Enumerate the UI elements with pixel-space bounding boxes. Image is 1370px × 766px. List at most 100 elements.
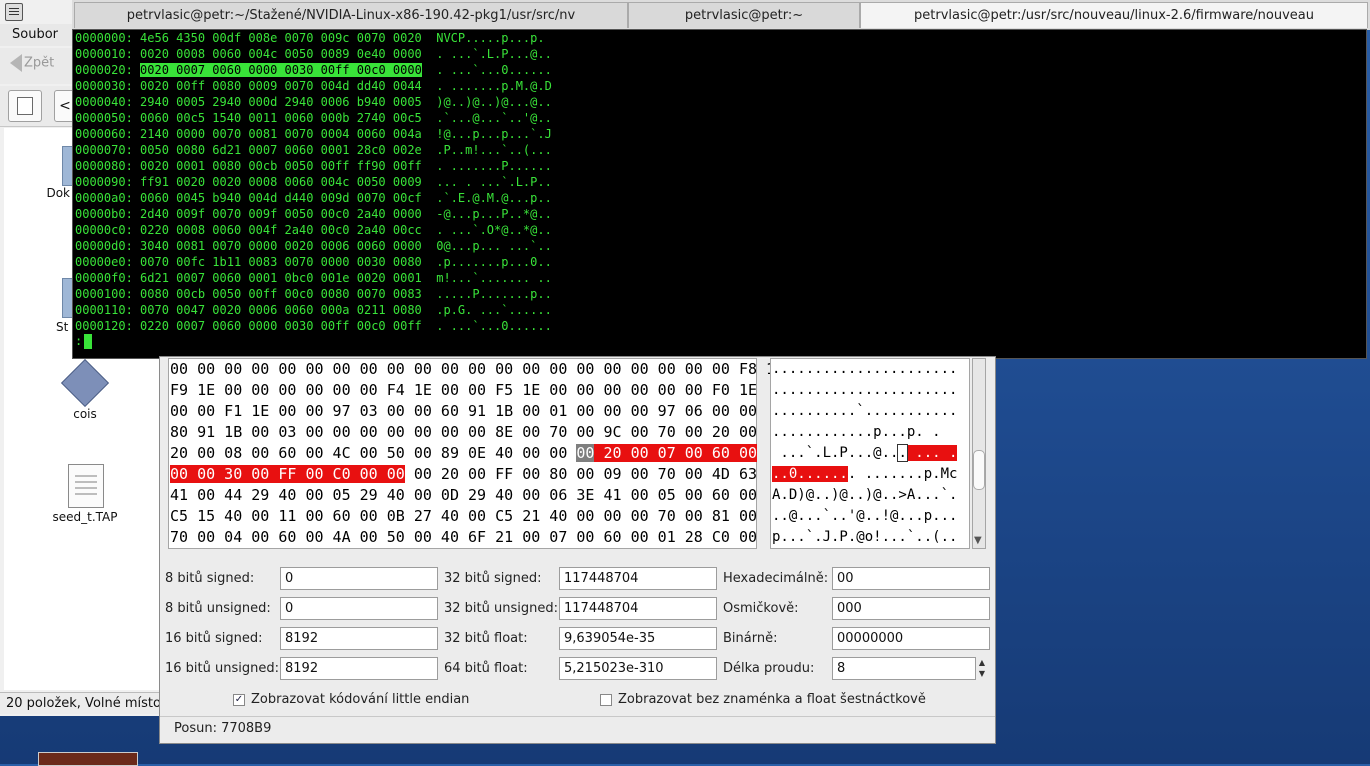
dump-line: 00000d0: 3040 0081 0070 0000 0020 0006 0… <box>75 239 552 253</box>
label-octal: Osmičkově: <box>723 601 799 616</box>
dump-line: 0000020: 0020 0007 0060 0000 0030 00ff 0… <box>75 62 552 78</box>
dump-line: 00000e0: 0070 00fc 1b11 0083 0070 0000 0… <box>75 255 552 269</box>
text-row: ..........`........... <box>772 403 958 419</box>
label-stream-length: Délka proudu: <box>723 661 815 676</box>
scroll-down-icon[interactable]: ▼ <box>974 535 982 546</box>
hex-selection: 00 00 30 00 FF 00 C0 00 00 <box>170 465 405 483</box>
field-hex[interactable]: 00 <box>832 567 990 590</box>
text-selection: ..0...... <box>772 466 848 482</box>
label-8bit-unsigned: 8 bitů unsigned: <box>165 601 271 616</box>
field-8bit-unsigned[interactable]: 0 <box>280 597 438 620</box>
text-row: ............p...p. . <box>772 424 941 440</box>
terminal-tab-2[interactable]: petrvlasic@petr:~ <box>628 2 860 28</box>
hex-plain: 00 20 00 FF 00 80 00 09 00 70 00 4D 63 <box>404 465 758 483</box>
spin-down-icon[interactable]: ▼ <box>976 669 988 679</box>
field-16bit-unsigned[interactable]: 8192 <box>280 657 438 680</box>
hex-row: 20 00 08 00 60 00 4C 00 50 00 89 0E 40 0… <box>170 443 838 464</box>
text-plain: . .......p.Mc <box>847 466 958 482</box>
hex-row: 80 91 1B 00 03 00 00 00 00 00 00 00 8E 0… <box>170 423 757 441</box>
field-64bit-float[interactable]: 5,215023e-310 <box>559 657 717 680</box>
text-plain: ...`.L.P...@.. <box>772 445 899 461</box>
stream-length-spinbox[interactable]: 8 <box>832 657 976 680</box>
label-8bit-signed: 8 bitů signed: <box>165 571 255 586</box>
little-endian-label[interactable]: Zobrazovat kódování little endian <box>251 692 469 707</box>
hex-row: C5 15 40 00 11 00 60 00 0B 27 40 00 C5 2… <box>170 507 757 525</box>
text-row: p...`.J.P.@o!...`..(.. <box>772 529 958 545</box>
hex-cursor-byte: 00 <box>576 444 595 462</box>
label-64bit-float: 64 bitů float: <box>444 661 528 676</box>
field-32bit-float[interactable]: 9,639054e-35 <box>559 627 717 650</box>
hex-row: 00 00 00 00 00 00 00 00 00 00 00 00 00 0… <box>170 360 839 378</box>
dump-line: 0000080: 0020 0001 0080 00cb 0050 00ff f… <box>75 159 552 173</box>
hex-row: 70 00 04 00 60 00 4A 00 50 00 40 6F 21 0… <box>170 528 757 546</box>
terminal-tab-1[interactable]: petrvlasic@petr:~/Stažené/NVIDIA-Linux-x… <box>74 2 628 28</box>
label-32bit-signed: 32 bitů signed: <box>444 571 542 586</box>
dump-line: 0000110: 0070 0047 0020 0006 0060 000a 0… <box>75 303 552 317</box>
file-label-cois[interactable]: cois <box>40 407 130 421</box>
hex-row: F9 1E 00 00 00 00 00 00 F4 1E 00 00 F5 1… <box>170 381 757 399</box>
dump-line: 0000060: 2140 0000 0070 0081 0070 0004 0… <box>75 127 552 141</box>
field-8bit-signed[interactable]: 0 <box>280 567 438 590</box>
status-separator <box>160 716 995 717</box>
spin-up-icon[interactable]: ▲ <box>976 658 988 668</box>
scrollbar-thumb[interactable] <box>973 450 985 490</box>
file-manager-status: 20 položek, Volné místo <box>0 692 160 714</box>
dump-ascii: . ...`...0...... <box>421 63 552 77</box>
label-32bit-float: 32 bitů float: <box>444 631 528 646</box>
text-row: ..0....... .......p.Mc <box>772 464 957 485</box>
xxd-dump: 0000000: 4e56 4350 00df 008e 0070 009c 0… <box>75 30 552 334</box>
dump-line: 0000070: 0050 0080 6d21 0007 0060 0001 2… <box>75 143 552 157</box>
text-row: ..@...`..'@..!@...p... <box>772 508 958 524</box>
text-chars[interactable]: ........................................… <box>772 359 958 548</box>
folder-label-st[interactable]: St <box>56 320 68 334</box>
window-menu-icon[interactable] <box>5 3 23 21</box>
label-16bit-signed: 16 bitů signed: <box>165 631 263 646</box>
edit-location-button[interactable] <box>8 90 42 122</box>
dump-highlight: 0020 0007 0060 0000 0030 00ff 00c0 0000 <box>140 63 422 77</box>
arrow-left-icon <box>10 54 22 72</box>
dump-line: 0000100: 0080 00cb 0050 00ff 00c0 0080 0… <box>75 287 552 301</box>
dump-line: 0000010: 0020 0008 0060 004c 0050 0089 0… <box>75 47 552 61</box>
dump-line: 00000c0: 0220 0008 0060 004f 2a40 00c0 2… <box>75 223 552 237</box>
field-32bit-unsigned[interactable]: 117448704 <box>559 597 717 620</box>
text-row: ...................... <box>772 382 958 398</box>
text-row: ...................... <box>772 361 958 377</box>
hex-row: 41 00 44 29 40 00 05 29 40 00 0D 29 40 0… <box>170 486 757 504</box>
dump-line: 0000090: ff91 0020 0020 0008 0060 004c 0… <box>75 175 552 189</box>
terminal-cursor <box>84 334 92 349</box>
terminal-prompt: : <box>75 334 83 348</box>
dump-address: 0000020: <box>75 63 141 77</box>
label-32bit-unsigned: 32 bitů unsigned: <box>444 601 558 616</box>
offset-status: Posun: 7708B9 <box>174 721 272 736</box>
terminal-tab-3[interactable]: petrvlasic@petr:/usr/src/nouveau/linux-2… <box>860 2 1368 28</box>
unsigned-hex-checkbox[interactable] <box>600 694 612 706</box>
field-16bit-signed[interactable]: 8192 <box>280 627 438 650</box>
file-label-seed[interactable]: seed_t.TAP <box>40 510 130 524</box>
dump-line: 00000a0: 0060 0045 b940 004d d440 009d 0… <box>75 191 552 205</box>
dump-line: 00000f0: 6d21 0007 0060 0001 0bc0 001e 0… <box>75 271 552 285</box>
little-endian-checkbox[interactable]: ✓ <box>233 694 245 706</box>
back-button[interactable]: Zpět <box>10 54 54 72</box>
text-row: ...`.L.P...@... ... . <box>772 443 958 464</box>
dump-line: 0000040: 2940 0005 2940 000d 2940 0006 b… <box>75 95 552 109</box>
folder-label-documents[interactable]: Dok <box>40 186 70 200</box>
text-row: A.D)@..)@..)@..>A...`. <box>772 487 958 503</box>
back-label: Zpět <box>24 55 55 71</box>
field-octal[interactable]: 000 <box>832 597 990 620</box>
dump-line: 0000050: 0060 00c5 1540 0011 0060 000b 2… <box>75 111 552 125</box>
dump-line: 00000b0: 2d40 009f 0070 009f 0050 00c0 2… <box>75 207 552 221</box>
hex-bytes[interactable]: 00 00 00 00 00 00 00 00 00 00 00 00 00 0… <box>170 359 838 548</box>
field-binary[interactable]: 00000000 <box>832 627 990 650</box>
dump-line: 0000030: 0020 00ff 0080 0009 0070 004d d… <box>75 79 552 93</box>
dump-line: 0000120: 0220 0007 0060 0000 0030 00ff 0… <box>75 319 552 333</box>
unsigned-hex-label[interactable]: Zobrazovat bez znaménka a float šestnáct… <box>618 692 926 707</box>
menu-file[interactable]: Soubor <box>12 27 58 42</box>
label-binary: Binárně: <box>723 631 778 646</box>
text-file-icon[interactable] <box>68 464 104 508</box>
dump-line: 0000000: 4e56 4350 00df 008e 0070 009c 0… <box>75 31 552 45</box>
text-cursor-char: . <box>897 444 908 462</box>
field-32bit-signed[interactable]: 117448704 <box>559 567 717 590</box>
hex-row: 00 00 30 00 FF 00 C0 00 00 00 20 00 FF 0… <box>170 464 838 485</box>
hex-selection: 20 00 07 00 60 00 <box>594 444 758 462</box>
hex-row: 00 00 F1 1E 00 00 97 03 00 00 60 91 1B 0… <box>170 402 757 420</box>
